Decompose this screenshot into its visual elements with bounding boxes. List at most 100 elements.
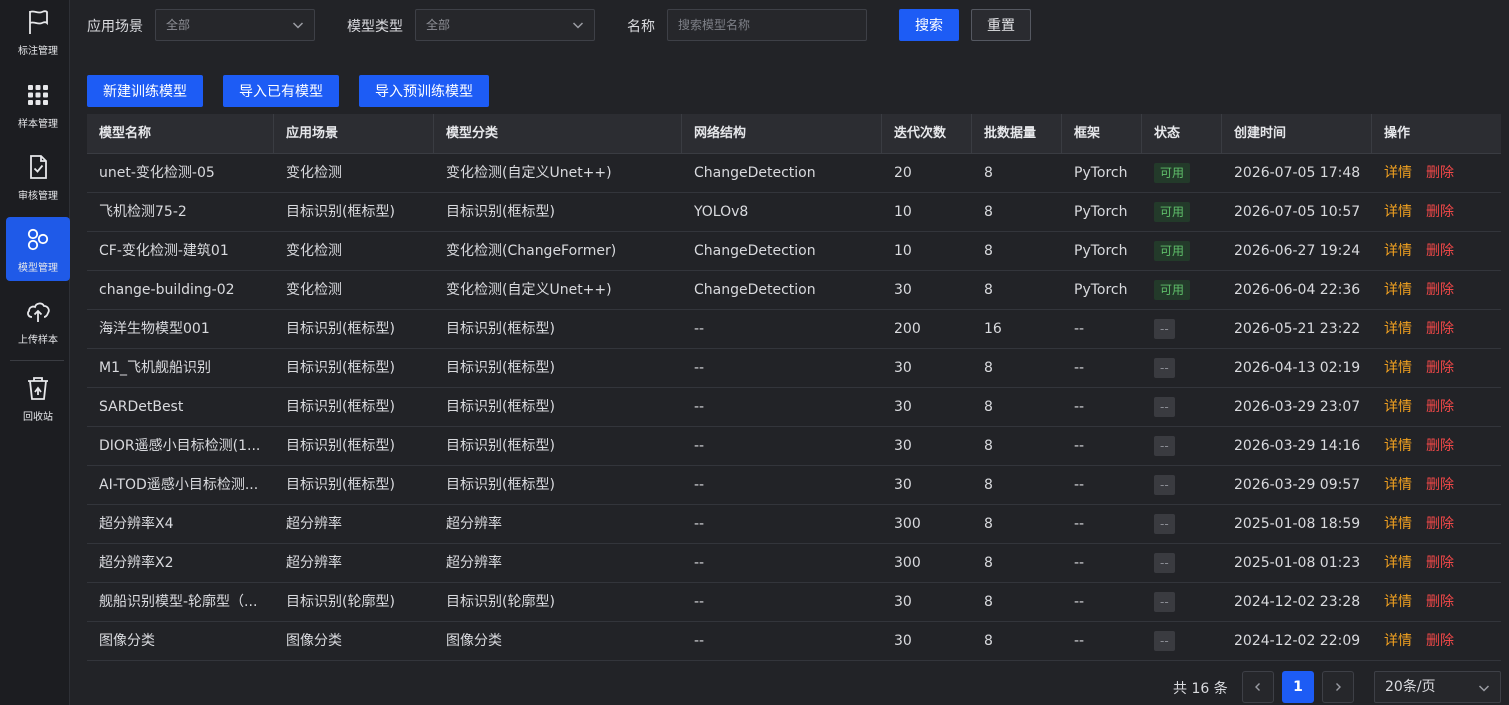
sidebar-item-upload[interactable]: 上传样本 bbox=[6, 289, 70, 353]
detail-link[interactable]: 详情 bbox=[1384, 204, 1412, 220]
table-row[interactable]: 海洋生物模型001 目标识别(框标型) 目标识别(框标型) -- 200 16 -- -- 20… bbox=[87, 310, 1501, 349]
detail-link[interactable]: 详情 bbox=[1384, 633, 1412, 649]
cell-created-time: 2025-01-08 18:59 bbox=[1234, 516, 1361, 532]
delete-link[interactable]: 删除 bbox=[1426, 360, 1454, 376]
status-badge: 可用 bbox=[1154, 163, 1191, 183]
status-badge: -- bbox=[1154, 358, 1175, 378]
cell-network: ChangeDetection bbox=[694, 243, 816, 259]
cell-created-time: 2026-07-05 17:48 bbox=[1234, 165, 1361, 181]
scene-select[interactable]: 全部 bbox=[155, 9, 315, 41]
detail-link[interactable]: 详情 bbox=[1384, 165, 1412, 181]
table-row[interactable]: change-building-02 变化检测 变化检测(自定义Unet++) Cha… bbox=[87, 271, 1501, 310]
detail-link[interactable]: 详情 bbox=[1384, 321, 1412, 337]
cell-scene: 目标识别(框标型) bbox=[286, 399, 395, 415]
detail-link[interactable]: 详情 bbox=[1384, 243, 1412, 259]
status-badge: -- bbox=[1154, 592, 1175, 612]
chevron-down-icon bbox=[292, 22, 304, 29]
scene-select-value: 全部 bbox=[166, 18, 191, 32]
table-row[interactable]: DIOR遥感小目标检测(1... 目标识别(框标型) 目标识别(框标型) -- 30 8 -… bbox=[87, 427, 1501, 466]
search-button[interactable]: 搜索 bbox=[899, 9, 959, 41]
header-category: 模型分类 bbox=[434, 114, 682, 154]
delete-link[interactable]: 删除 bbox=[1426, 321, 1454, 337]
table-row[interactable]: SARDetBest 目标识别(框标型) 目标识别(框标型) -- 30 8 -- -- 202… bbox=[87, 388, 1501, 427]
delete-link[interactable]: 删除 bbox=[1426, 633, 1454, 649]
detail-link[interactable]: 详情 bbox=[1384, 282, 1412, 298]
table-row[interactable]: AI-TOD遥感小目标检测... 目标识别(框标型) 目标识别(框标型) -- 30 8 -… bbox=[87, 466, 1501, 505]
cell-actions: 详情 删除 bbox=[1372, 583, 1501, 621]
name-search-input[interactable] bbox=[667, 9, 867, 41]
detail-link[interactable]: 详情 bbox=[1384, 360, 1412, 376]
delete-link[interactable]: 删除 bbox=[1426, 165, 1454, 181]
cell-scene: 目标识别(框标型) bbox=[286, 204, 395, 220]
cell-actions: 详情 删除 bbox=[1372, 232, 1501, 270]
cell-scene: 变化检测 bbox=[286, 282, 342, 298]
cell-status: -- bbox=[1142, 466, 1222, 504]
delete-link[interactable]: 删除 bbox=[1426, 282, 1454, 298]
detail-link[interactable]: 详情 bbox=[1384, 555, 1412, 571]
reset-button[interactable]: 重置 bbox=[971, 9, 1031, 41]
page-number-current[interactable]: 1 bbox=[1282, 671, 1314, 703]
delete-link[interactable]: 删除 bbox=[1426, 594, 1454, 610]
detail-link[interactable]: 详情 bbox=[1384, 477, 1412, 493]
sidebar-item-samples[interactable]: 样本管理 bbox=[6, 73, 70, 137]
sidebar-item-models[interactable]: 模型管理 bbox=[6, 217, 70, 281]
delete-link[interactable]: 删除 bbox=[1426, 516, 1454, 532]
detail-link[interactable]: 详情 bbox=[1384, 399, 1412, 415]
cell-framework: -- bbox=[1074, 516, 1085, 532]
cell-status: -- bbox=[1142, 544, 1222, 582]
cloud-upload-icon bbox=[27, 302, 50, 322]
next-page-button[interactable] bbox=[1322, 671, 1354, 703]
table-row[interactable]: 舰船识别模型-轮廓型（... 目标识别(轮廓型) 目标识别(轮廓型) -- 30 8 -- -… bbox=[87, 583, 1501, 622]
delete-link[interactable]: 删除 bbox=[1426, 438, 1454, 454]
sidebar-item-annotation[interactable]: 标注管理 bbox=[6, 0, 70, 64]
cell-network: -- bbox=[694, 516, 705, 532]
sidebar-item-recycle[interactable]: 回收站 bbox=[6, 366, 70, 430]
detail-link[interactable]: 详情 bbox=[1384, 594, 1412, 610]
cell-network: ChangeDetection bbox=[694, 165, 816, 181]
header-network: 网络结构 bbox=[682, 114, 882, 154]
sidebar-item-review[interactable]: 审核管理 bbox=[6, 145, 70, 209]
cell-category: 目标识别(框标型) bbox=[446, 360, 555, 376]
cell-iterations: 20 bbox=[894, 165, 912, 181]
header-created-time: 创建时间 bbox=[1222, 114, 1372, 154]
table-row[interactable]: 飞机检测75-2 目标识别(框标型) 目标识别(框标型) YOLOv8 10 8 PyTor… bbox=[87, 193, 1501, 232]
cell-batch-size: 8 bbox=[984, 360, 993, 376]
table-row[interactable]: M1_飞机舰船识别 目标识别(框标型) 目标识别(框标型) -- 30 8 -- -- 2026… bbox=[87, 349, 1501, 388]
cell-status: -- bbox=[1142, 427, 1222, 465]
cell-created-time: 2026-04-13 02:19 bbox=[1234, 360, 1361, 376]
page-size-select[interactable]: 20条/页 bbox=[1374, 671, 1501, 703]
table-row[interactable]: 超分辨率X2 超分辨率 超分辨率 -- 300 8 -- -- 2025-01-08 01:23… bbox=[87, 544, 1501, 583]
cell-batch-size: 8 bbox=[984, 399, 993, 415]
cell-created-time: 2026-03-29 14:16 bbox=[1234, 438, 1361, 454]
cell-model-name: 图像分类 bbox=[99, 633, 155, 649]
recycle-bin-icon bbox=[28, 377, 48, 400]
cell-category: 目标识别(轮廓型) bbox=[446, 594, 555, 610]
detail-link[interactable]: 详情 bbox=[1384, 516, 1412, 532]
cell-batch-size: 8 bbox=[984, 555, 993, 571]
new-training-model-button[interactable]: 新建训练模型 bbox=[87, 75, 203, 107]
detail-link[interactable]: 详情 bbox=[1384, 438, 1412, 454]
delete-link[interactable]: 删除 bbox=[1426, 555, 1454, 571]
prev-page-button[interactable] bbox=[1242, 671, 1274, 703]
table-row[interactable]: CF-变化检测-建筑01 变化检测 变化检测(ChangeFormer) Change… bbox=[87, 232, 1501, 271]
delete-link[interactable]: 删除 bbox=[1426, 399, 1454, 415]
type-select[interactable]: 全部 bbox=[415, 9, 595, 41]
cell-batch-size: 8 bbox=[984, 477, 993, 493]
import-model-button[interactable]: 导入已有模型 bbox=[223, 75, 339, 107]
flag-icon bbox=[29, 10, 48, 34]
cell-actions: 详情 删除 bbox=[1372, 349, 1501, 387]
cell-category: 目标识别(框标型) bbox=[446, 204, 555, 220]
cell-created-time: 2026-03-29 23:07 bbox=[1234, 399, 1361, 415]
cell-created-time: 2024-12-02 23:28 bbox=[1234, 594, 1361, 610]
delete-link[interactable]: 删除 bbox=[1426, 204, 1454, 220]
delete-link[interactable]: 删除 bbox=[1426, 243, 1454, 259]
import-pretrained-model-button[interactable]: 导入预训练模型 bbox=[359, 75, 489, 107]
type-filter-label: 模型类型 bbox=[347, 19, 403, 35]
model-icon bbox=[27, 228, 49, 251]
table-row[interactable]: 图像分类 图像分类 图像分类 -- 30 8 -- -- 2024-12-02 22:09 详情删… bbox=[87, 622, 1501, 661]
cell-status: 可用 bbox=[1142, 193, 1222, 231]
delete-link[interactable]: 删除 bbox=[1426, 477, 1454, 493]
table-row[interactable]: 超分辨率X4 超分辨率 超分辨率 -- 300 8 -- -- 2025-01-08 18:59… bbox=[87, 505, 1501, 544]
table-row[interactable]: unet-变化检测-05 变化检测 变化检测(自定义Unet++) ChangeDet… bbox=[87, 154, 1501, 193]
cell-category: 目标识别(框标型) bbox=[446, 438, 555, 454]
